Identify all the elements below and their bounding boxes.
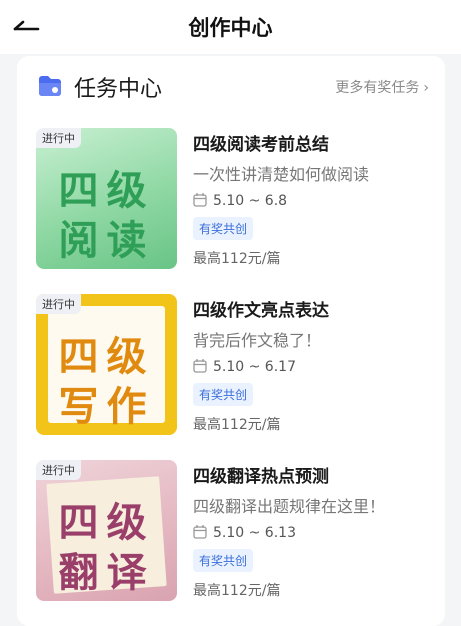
task-reward: 最高112元/篇: [193, 417, 281, 433]
task-thumbnail: 进行中 四级 翻译: [36, 460, 177, 601]
task-date-range: 5.10 ~ 6.8: [213, 193, 288, 209]
task-title: 四级作文亮点表达: [193, 301, 329, 321]
status-badge: 进行中: [36, 460, 81, 480]
task-date-range: 5.10 ~ 6.17: [213, 359, 296, 375]
task-item[interactable]: 进行中 四级 翻译 四级翻译热点预测 四级翻译出题规律在这里！ 5.10 ~ 6…: [36, 460, 436, 605]
task-subtitle: 背完后作文稳了！: [193, 331, 322, 350]
folder-star-icon: [37, 74, 63, 98]
task-date: 5.10 ~ 6.8: [193, 192, 287, 211]
thumb-text-line2: 翻译: [58, 550, 155, 596]
page-title: 创作中心: [188, 16, 273, 40]
calendar-icon: [193, 358, 207, 377]
task-thumbnail: 进行中 四级 阅读: [36, 128, 177, 269]
more-tasks-label: 更多有奖任务: [335, 80, 420, 96]
task-date-range: 5.10 ~ 6.13: [213, 525, 296, 541]
section-title: 任务中心: [74, 77, 163, 102]
task-thumbnail: 进行中 四级 写作: [36, 294, 177, 435]
task-reward: 最高112元/篇: [193, 251, 281, 267]
more-tasks-link[interactable]: 更多有奖任务 ›: [335, 77, 429, 97]
status-badge: 进行中: [36, 294, 81, 314]
reward-badge: 有奖共创: [193, 217, 254, 240]
task-title: 四级翻译热点预测: [193, 467, 329, 487]
task-reward: 最高112元/篇: [193, 583, 281, 599]
task-item[interactable]: 进行中 四级 阅读 四级阅读考前总结 一次性讲清楚如何做阅读 5.10 ~ 6.…: [36, 128, 436, 273]
task-date: 5.10 ~ 6.13: [193, 524, 296, 543]
reward-badge: 有奖共创: [193, 549, 254, 572]
thumb-text-line2: 写作: [58, 384, 155, 430]
task-center-card: 任务中心 更多有奖任务 › 进行中 四级 阅读 四级阅读考前总结 一次性讲清楚如何…: [17, 56, 445, 626]
thumb-text-line2: 阅读: [58, 218, 155, 264]
task-item[interactable]: 进行中 四级 写作 四级作文亮点表达 背完后作文稳了！ 5.10 ~ 6.17 …: [36, 294, 436, 439]
top-bar: 创作中心: [0, 0, 461, 54]
reward-badge: 有奖共创: [193, 383, 254, 406]
task-subtitle: 四级翻译出题规律在这里！: [193, 497, 386, 516]
calendar-icon: [193, 524, 207, 543]
task-date: 5.10 ~ 6.17: [193, 358, 296, 377]
status-badge: 进行中: [36, 128, 81, 148]
chevron-right-icon: ›: [423, 80, 429, 96]
calendar-icon: [193, 192, 207, 211]
task-subtitle: 一次性讲清楚如何做阅读: [193, 165, 370, 184]
task-title: 四级阅读考前总结: [193, 135, 329, 155]
